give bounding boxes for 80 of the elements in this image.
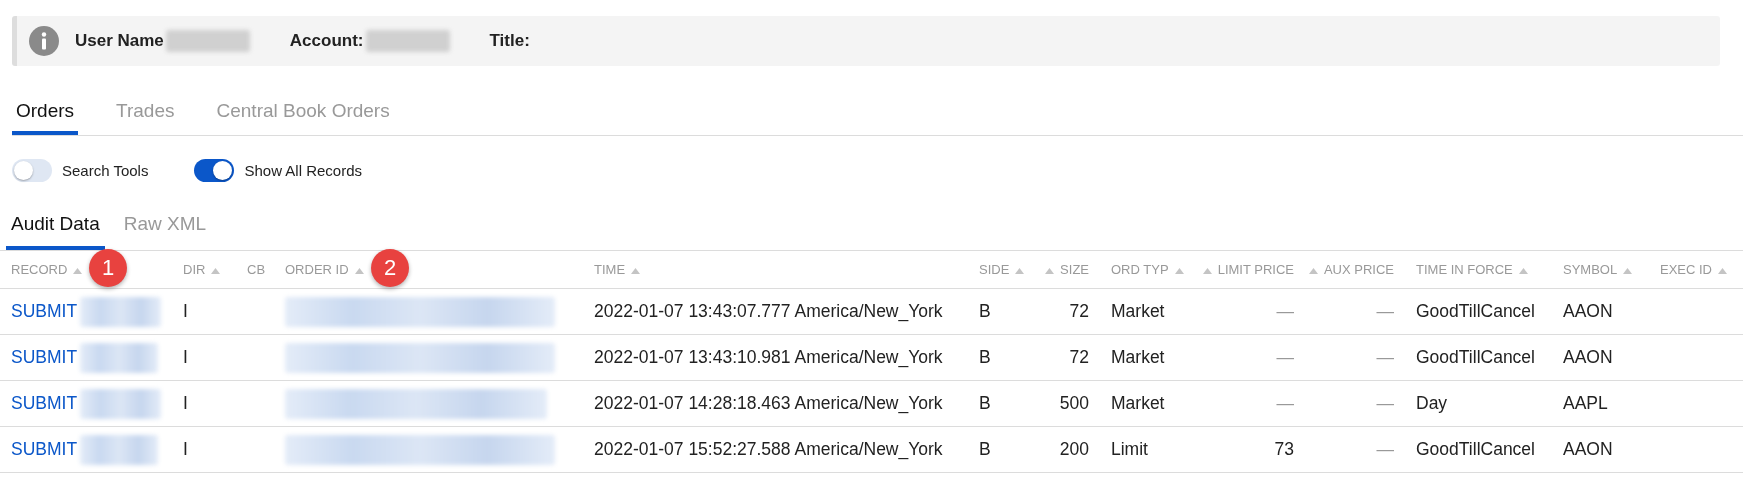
column-header[interactable]: DIR — [183, 262, 227, 277]
column-header[interactable]: EXEC ID — [1660, 262, 1733, 277]
column-header[interactable]: TIME IN FORCE — [1416, 262, 1534, 277]
table-cell: Market — [1111, 301, 1165, 322]
column-header[interactable]: AUX PRICE — [1302, 262, 1394, 277]
table-cell: 73 — [1274, 439, 1294, 460]
column-header[interactable]: SYMBOL — [1563, 262, 1639, 277]
table-cell: I — [183, 439, 188, 460]
table-cell: — — [1376, 393, 1394, 414]
field-label: Title: — [489, 31, 530, 51]
tab[interactable]: Orders — [12, 83, 79, 135]
table-cell: 200 — [1059, 439, 1089, 460]
table-cell: Limit — [1111, 439, 1148, 460]
table-cell: 72 — [1069, 347, 1089, 368]
table-cell: Market — [1111, 393, 1165, 414]
record-link[interactable]: SUBMIT — [11, 347, 78, 368]
callout-badge: 1 — [89, 249, 127, 287]
column-header[interactable]: CB — [247, 262, 266, 277]
table-cell: — — [1376, 439, 1394, 460]
table-cell: 72 — [1069, 301, 1089, 322]
table-cell: 2022-01-07 14:28:18.463 America/New_York — [594, 393, 943, 414]
column-header[interactable]: TIME — [594, 262, 647, 277]
sort-icon[interactable] — [211, 268, 221, 274]
tab[interactable]: Raw XML — [118, 202, 212, 250]
table-cell: — — [1376, 347, 1394, 368]
table-cell: 2022-01-07 13:43:07.777 America/New_York — [594, 301, 943, 322]
table-cell: AAON — [1563, 347, 1613, 368]
table-cell: B — [979, 301, 991, 322]
field-label: Account: — [289, 31, 364, 51]
sort-icon[interactable] — [1174, 268, 1184, 274]
sort-icon[interactable] — [1718, 268, 1727, 274]
sort-icon[interactable] — [354, 268, 364, 274]
table-cell: GoodTillCancel — [1416, 347, 1535, 368]
table-cell: B — [979, 347, 991, 368]
record-link[interactable]: SUBMIT — [11, 301, 78, 322]
table-cell: — — [1276, 393, 1294, 414]
column-header[interactable]: ORD TYP — [1111, 262, 1190, 277]
info-icon — [29, 26, 59, 56]
tab[interactable]: Trades — [112, 83, 179, 135]
table-cell: Market — [1111, 347, 1165, 368]
toggle-switch[interactable] — [194, 159, 235, 182]
table-cell: — — [1276, 347, 1294, 368]
table-cell: GoodTillCancel — [1416, 301, 1535, 322]
toggle-label: Show All Records — [244, 162, 362, 179]
sort-icon[interactable] — [1015, 268, 1025, 274]
sort-icon[interactable] — [1045, 268, 1055, 274]
toggle-label: Search Tools — [62, 162, 149, 179]
tab[interactable]: Central Book Orders — [212, 83, 394, 135]
sort-icon[interactable] — [1623, 268, 1633, 274]
table-cell: 500 — [1059, 393, 1089, 414]
table-cell: I — [183, 301, 188, 322]
table-cell: GoodTillCancel — [1416, 439, 1535, 460]
column-header[interactable]: RECORD — [11, 262, 89, 277]
table-cell: AAON — [1563, 301, 1613, 322]
table-cell: 2022-01-07 13:43:10.981 America/New_York — [594, 347, 943, 368]
table-cell: — — [1276, 301, 1294, 322]
record-link[interactable]: SUBMIT — [11, 439, 78, 460]
column-header[interactable]: SIDE — [979, 262, 1031, 277]
column-header[interactable]: LIMIT PRICE — [1196, 262, 1294, 277]
column-header[interactable]: ORDER ID — [285, 262, 370, 277]
table-cell: Day — [1416, 393, 1448, 414]
table-cell: B — [979, 439, 991, 460]
sort-icon[interactable] — [1518, 268, 1528, 274]
callout-badge: 2 — [371, 249, 409, 287]
table-cell: 2022-01-07 15:52:27.588 America/New_York — [594, 439, 943, 460]
table-cell: — — [1376, 301, 1394, 322]
sort-icon[interactable] — [73, 268, 83, 274]
column-header[interactable]: SIZE — [1039, 262, 1089, 277]
table-cell: I — [183, 347, 188, 368]
tab[interactable]: Audit Data — [6, 202, 105, 250]
table-cell: AAPL — [1563, 393, 1608, 414]
record-link[interactable]: SUBMIT — [11, 393, 78, 414]
sort-icon[interactable] — [1308, 268, 1318, 274]
table-cell: AAON — [1563, 439, 1613, 460]
table-cell: B — [979, 393, 991, 414]
sort-icon[interactable] — [1202, 268, 1212, 274]
sort-icon[interactable] — [631, 268, 641, 274]
field-label: User Name — [75, 31, 164, 51]
toggle-switch[interactable] — [12, 159, 52, 182]
table-cell: I — [183, 393, 188, 414]
